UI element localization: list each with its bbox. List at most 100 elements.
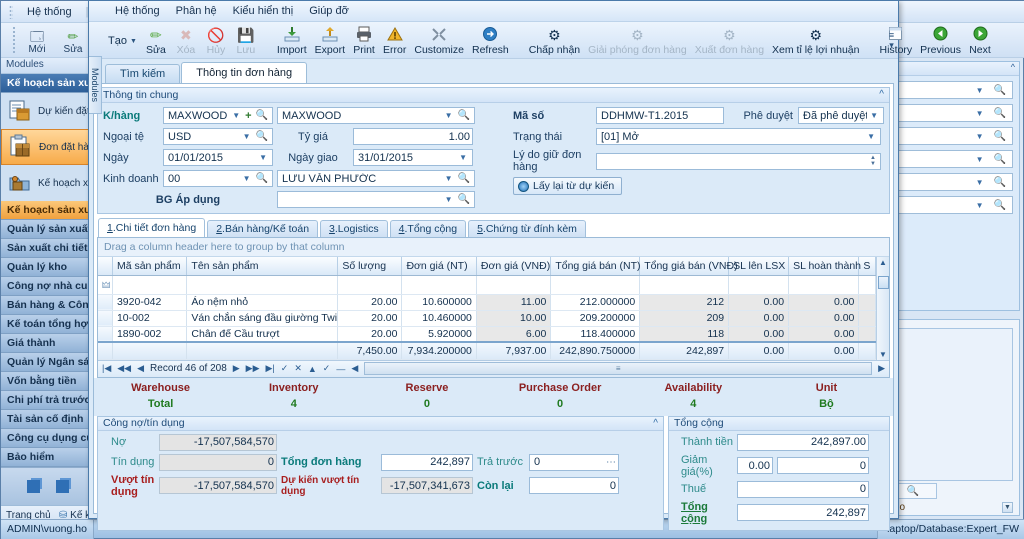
col-so-luong[interactable]: Số lượng xyxy=(337,257,403,276)
grid-vertical-scrollbar[interactable]: ▲ ▼ xyxy=(876,257,889,360)
chevron-down-icon[interactable]: ▼ xyxy=(867,111,881,120)
filter-so-luong[interactable] xyxy=(337,275,403,295)
row-selector[interactable] xyxy=(98,294,113,311)
bg-btn-sua[interactable]: ✏ Sửa xyxy=(56,30,90,56)
previous-button[interactable]: Previous xyxy=(916,26,965,56)
bg-menu-he-thong[interactable]: Hệ thống xyxy=(27,6,72,18)
bg-combo-6[interactable]: ▼ 🔍 xyxy=(889,196,1013,214)
order-total-field[interactable]: 242,897 xyxy=(381,453,473,471)
amount-field[interactable]: 242,897.00 xyxy=(737,433,869,451)
filter-sl-len-lsx[interactable] xyxy=(728,275,790,295)
bg-combo-5[interactable]: ▼ 🔍 xyxy=(889,173,1013,191)
filter-partial[interactable] xyxy=(858,275,876,295)
reload-from-forecast-button[interactable]: Lấy lại từ dự kiến xyxy=(513,177,623,195)
col-don-gia-nt[interactable]: Đơn giá (NT) xyxy=(401,257,477,276)
hscroll-right-icon[interactable]: ▶ xyxy=(878,363,885,374)
sidebar-group-cong-cu-dung-cu[interactable]: Công cụ dụng cụ xyxy=(1,429,95,448)
delivery-date-input[interactable]: 31/01/2015 ▼ xyxy=(353,149,473,166)
sidebar-group-von-bang-tien[interactable]: Vốn bằng tiền xyxy=(1,372,95,391)
chevron-down-icon[interactable]: ▼ xyxy=(442,111,456,120)
scroll-down-icon[interactable]: ▼ xyxy=(879,350,887,359)
toolbar-overflow-button[interactable]: ≡ ▾ xyxy=(887,30,896,50)
chevron-down-icon[interactable]: ▼ xyxy=(1002,502,1013,513)
hold-input[interactable]: ▲ ▼ xyxy=(596,152,881,170)
col-sl-hoan-thanh[interactable]: SL hoàn thành xyxy=(788,257,861,276)
filter-tong-gia-ban-vnd[interactable] xyxy=(639,275,730,295)
collapse-icon[interactable]: ^ xyxy=(653,417,663,430)
sidebar-item-du-kien-dat[interactable]: Dự kiến đặt xyxy=(1,93,95,129)
sidebar-item-don-dat-hang[interactable]: Đơn đặt hàn xyxy=(1,129,95,165)
bg-combo-3[interactable]: ▼ 🔍 xyxy=(889,127,1013,145)
tax-field[interactable]: 0 xyxy=(737,480,869,498)
bg-right-panel-collapse[interactable]: ^ xyxy=(883,62,1019,76)
sidebar-group-ke-toan-tong-hop[interactable]: Kế toán tổng hợp xyxy=(1,315,95,334)
filter-sl-hoan-thanh[interactable] xyxy=(788,275,860,295)
docked-modules-tab[interactable]: Modules xyxy=(89,56,102,114)
menu-giup-do[interactable]: Giúp đỡ xyxy=(309,5,349,17)
view-profit-rate-button[interactable]: ⚙ Xem tỉ lệ lợi nhuận xyxy=(768,26,863,56)
nav-cancel-icon[interactable]: ✕ xyxy=(294,363,302,374)
search-icon[interactable]: 🔍 xyxy=(254,131,270,142)
tab-tim-kiem[interactable]: Tìm kiếm xyxy=(105,64,181,83)
date-input[interactable]: 01/01/2015 ▼ xyxy=(163,149,273,166)
search-icon[interactable]: 🔍 xyxy=(456,110,472,121)
plus-icon[interactable]: + xyxy=(243,110,253,122)
remaining-field[interactable]: 0 xyxy=(529,477,619,494)
nav-confirm-icon[interactable]: ✓ xyxy=(323,363,331,374)
sidebar-group-quan-ly-kho[interactable]: Quản lý kho xyxy=(1,258,95,277)
filter-icon[interactable]: 🜲 xyxy=(98,275,113,295)
create-button[interactable]: Tạo ▼ xyxy=(101,35,141,56)
nav-next-icon[interactable]: ▶ xyxy=(233,363,240,374)
menu-phan-he[interactable]: Phân hệ xyxy=(176,5,217,17)
nav-first-icon[interactable]: |◀ xyxy=(102,363,111,374)
next-button[interactable]: Next xyxy=(965,26,995,56)
filter-don-gia-nt[interactable] xyxy=(401,275,477,295)
grid-filter-row[interactable]: 🜲 xyxy=(98,275,876,295)
search-icon[interactable]: 🔍 xyxy=(254,110,270,121)
import-button[interactable]: Import xyxy=(273,26,311,56)
accept-button[interactable]: ⚙ Chấp nhận xyxy=(525,26,584,56)
scroll-thumb[interactable] xyxy=(877,275,889,289)
customer-code-input[interactable]: MAXWOOD ▼ + 🔍 xyxy=(163,107,273,124)
nav-prev-icon[interactable]: ◀ xyxy=(137,363,144,374)
sidebar-group-quan-ly-san-xuat[interactable]: Quản lý sản xuất xyxy=(1,220,95,239)
print-button[interactable]: Print xyxy=(349,26,379,56)
sidebar-group-cong-no-nha-cung[interactable]: Công nợ nhà cung xyxy=(1,277,95,296)
grid-horizontal-scrollbar[interactable]: ≡ xyxy=(364,362,873,375)
col-tong-gia-ban-vnd[interactable]: Tổng giá bán (VNĐ) xyxy=(639,257,738,276)
chevron-down-icon[interactable]: ▼ xyxy=(442,195,456,204)
bg-combo-2[interactable]: ▼ 🔍 xyxy=(889,104,1013,122)
nav-remove-icon[interactable]: — xyxy=(336,364,345,374)
ellipsis-icon[interactable]: ⋯ xyxy=(606,457,616,468)
sales-code-input[interactable]: 00 ▼ 🔍 xyxy=(163,170,273,187)
grid-group-panel[interactable]: Drag a column header here to group by th… xyxy=(98,238,889,257)
menu-he-thong[interactable]: Hệ thống xyxy=(115,5,160,17)
customize-button[interactable]: Customize xyxy=(410,26,468,56)
tab-tong-cong[interactable]: 4.Tổng cộng xyxy=(389,220,467,237)
hscroll-left-icon[interactable]: ◀ xyxy=(351,363,358,374)
chevron-down-icon[interactable]: ▼ xyxy=(130,38,137,45)
sidebar-group-tai-san-co-dinh[interactable]: Tài sản cố định xyxy=(1,410,95,429)
bg-input[interactable]: ▼ 🔍 xyxy=(277,191,475,208)
approve-select[interactable]: Đã phê duyệt ▼ xyxy=(798,107,884,124)
col-tong-gia-ban-nt[interactable]: Tổng giá bán (NT) xyxy=(550,257,641,276)
search-icon[interactable]: 🔍 xyxy=(456,194,472,205)
chevron-down-icon[interactable]: ▼ xyxy=(256,153,270,162)
sidebar-group-san-xuat-chi-tiet[interactable]: Sản xuất chi tiết xyxy=(1,239,95,258)
col-ten-san-pham[interactable]: Tên sản phẩm xyxy=(186,257,339,276)
chevron-down-icon[interactable]: ▼ xyxy=(442,174,456,183)
bg-combo-4[interactable]: ▼ 🔍 xyxy=(889,150,1013,168)
chevron-down-icon[interactable]: ▼ xyxy=(229,111,243,120)
discount-amount-field[interactable]: 0 xyxy=(777,457,869,474)
tab-thong-tin-don-hang[interactable]: Thông tin đơn hàng xyxy=(181,62,308,83)
customer-name-input[interactable]: MAXWOOD ▼ 🔍 xyxy=(277,107,475,124)
sidebar-group-ban-hang-cong[interactable]: Bán hàng & Công xyxy=(1,296,95,315)
tab-chi-tiet-don-hang[interactable]: 1.Chi tiết đơn hàng xyxy=(98,218,206,237)
col-don-gia-vnd[interactable]: Đơn giá (VNĐ) xyxy=(476,257,552,276)
bg-btn-moi[interactable]: 🗔 Mới xyxy=(20,30,54,56)
sidebar-group-gia-thanh[interactable]: Giá thành xyxy=(1,334,95,353)
col-sl-len-lsx[interactable]: SL lên LSX xyxy=(728,257,790,276)
sidebar-item-ke-hoach-xuat[interactable]: Kế hoạch xu xyxy=(1,165,95,201)
grand-total-field[interactable]: 242,897 xyxy=(737,504,869,521)
filter-ma-san-pham[interactable] xyxy=(112,275,188,295)
